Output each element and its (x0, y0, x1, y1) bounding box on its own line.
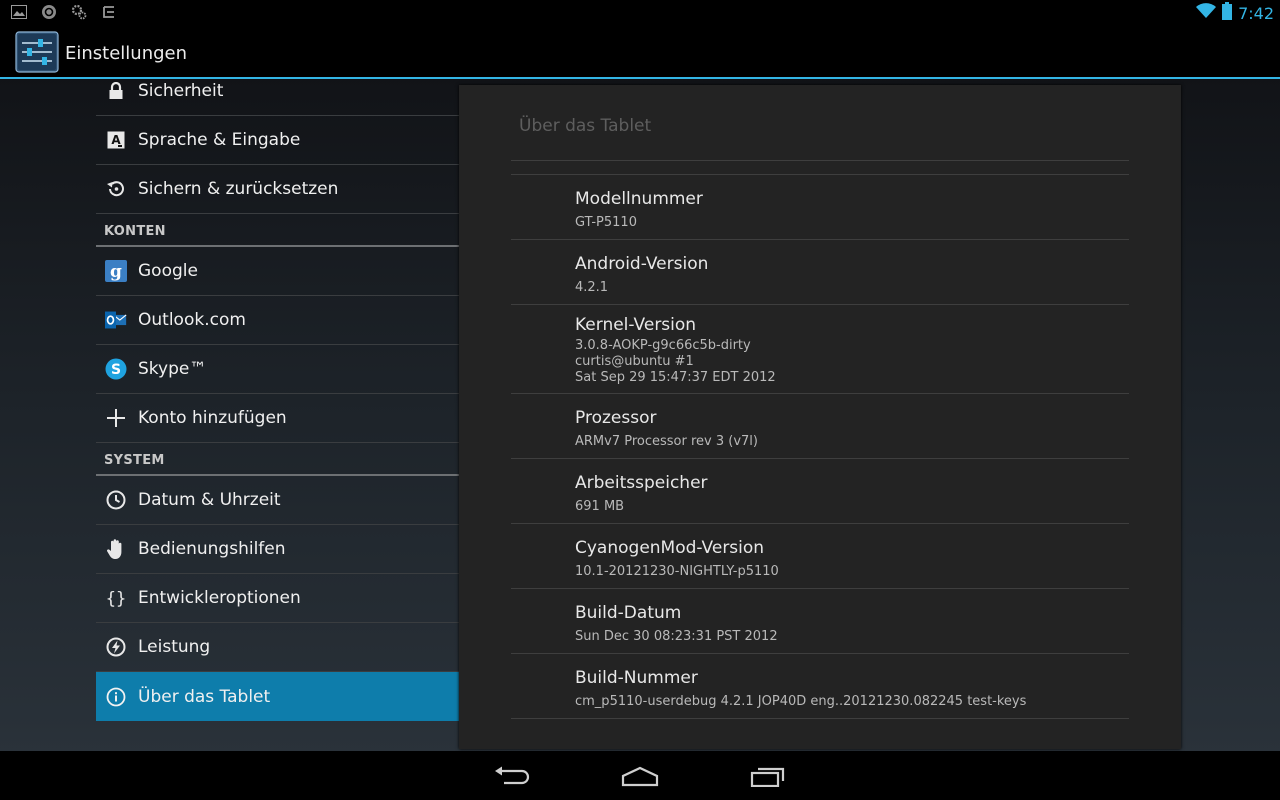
system-icons: 7:42 (1196, 2, 1274, 24)
google-icon: g (105, 260, 127, 282)
sidebar-item-label: Datum & Uhrzeit (138, 490, 281, 510)
accessibility-hand-icon (105, 538, 127, 560)
outlook-icon (105, 309, 127, 331)
svg-text:S: S (111, 362, 121, 378)
sidebar-item-label: Google (138, 261, 198, 281)
section-header-label: SYSTEM (104, 453, 165, 468)
info-item-build-datum[interactable]: Build-Datum Sun Dec 30 08:23:31 PST 2012 (511, 589, 1129, 654)
info-item-value: GT-P5110 (575, 215, 637, 230)
sync-icon (40, 3, 58, 21)
clock-icon (105, 489, 127, 511)
sidebar-item-label: Leistung (138, 637, 211, 657)
navigation-bar (0, 751, 1280, 800)
info-item-value: cm_p5110-userdebug 4.2.1 JOP40D eng..201… (575, 694, 1027, 709)
info-item-value: Sun Dec 30 08:23:31 PST 2012 (575, 629, 778, 644)
info-item-value: ARMv7 Processor rev 3 (v7l) (575, 434, 758, 449)
info-item-prozessor[interactable]: Prozessor ARMv7 Processor rev 3 (v7l) (511, 394, 1129, 459)
sidebar-item-ueber-das-tablet[interactable]: Über das Tablet (96, 672, 459, 721)
sidebar-item-label: Entwickleroptionen (138, 588, 301, 608)
sidebar-item-bedienungshilfen[interactable]: Bedienungshilfen (96, 525, 459, 574)
sidebar-item-label: Über das Tablet (138, 686, 271, 707)
info-item-title: Build-Nummer (575, 668, 698, 688)
detail-panel: Über das Tablet Modellnummer GT-P5110 An… (459, 85, 1181, 749)
info-item-android-version[interactable]: Android-Version 4.2.1 (511, 240, 1129, 305)
sidebar-item-entwickleroptionen[interactable]: {} Entwickleroptionen (96, 574, 459, 623)
recents-icon[interactable] (748, 763, 788, 789)
clock: 7:42 (1238, 3, 1274, 23)
sidebar-item-label: Sichern & zurücksetzen (138, 179, 339, 199)
sidebar-item-label: Sprache & Eingabe (138, 130, 301, 150)
keyboard-icon (100, 3, 118, 21)
info-item-value: 4.2.1 (575, 280, 609, 295)
info-item-value: 10.1-20121230-NIGHTLY-p5110 (575, 564, 779, 579)
svg-text:A: A (111, 133, 121, 147)
section-header-system: SYSTEM (96, 443, 459, 476)
sidebar-item-leistung[interactable]: Leistung (96, 623, 459, 672)
back-icon[interactable] (492, 763, 532, 789)
status-bar: 7:42 (0, 0, 1280, 24)
settings-sliders-icon[interactable] (14, 30, 60, 74)
sidebar-item-label: Sicherheit (138, 81, 224, 101)
title-divider (511, 160, 1129, 161)
info-item-title: Modellnummer (575, 189, 703, 209)
info-item-value: 3.0.8-AOKP-g9c66c5b-dirty curtis@ubuntu … (575, 338, 776, 385)
svg-text:g: g (110, 262, 122, 282)
info-item-cyanogenmod-version[interactable]: CyanogenMod-Version 10.1-20121230-NIGHTL… (511, 524, 1129, 589)
info-item-build-nummer[interactable]: Build-Nummer cm_p5110-userdebug 4.2.1 JO… (511, 654, 1129, 719)
sidebar-item-sicherheit[interactable]: Sicherheit (96, 67, 459, 116)
panel-title: Über das Tablet (519, 116, 652, 136)
sidebar-item-label: Skype™ (138, 359, 207, 379)
braces-icon: {} (105, 587, 127, 609)
info-item-value: 691 MB (575, 499, 625, 514)
settings-screen: 7:42 Einstellungen Sicherheit A Sprache … (0, 0, 1280, 800)
language-icon: A (105, 129, 127, 151)
settings-notify-icon (70, 3, 88, 21)
gallery-icon (10, 3, 28, 21)
info-item-modellnummer[interactable]: Modellnummer GT-P5110 (511, 175, 1129, 240)
svg-text:{}: {} (106, 589, 126, 608)
sidebar-item-konto-hinzufuegen[interactable]: Konto hinzufügen (96, 394, 459, 443)
info-item-title: Prozessor (575, 408, 657, 428)
add-icon (105, 407, 127, 429)
info-icon (105, 686, 127, 708)
app-title: Einstellungen (65, 43, 188, 64)
battery-icon (1222, 2, 1233, 24)
section-header-konten: KONTEN (96, 214, 459, 247)
sidebar-item-label: Outlook.com (138, 310, 246, 330)
sidebar-item-label: Konto hinzufügen (138, 408, 287, 428)
info-item-title: Build-Datum (575, 603, 682, 623)
sidebar-item-label: Bedienungshilfen (138, 539, 286, 559)
sidebar-item-outlook[interactable]: Outlook.com (96, 296, 459, 345)
performance-icon (105, 636, 127, 658)
wifi-icon (1196, 3, 1217, 23)
info-item-kernel-version[interactable]: Kernel-Version 3.0.8-AOKP-g9c66c5b-dirty… (511, 305, 1129, 394)
info-item-title: Android-Version (575, 254, 709, 274)
notification-icons (10, 3, 118, 21)
lock-icon (105, 80, 127, 102)
skype-icon: S (105, 358, 127, 380)
sidebar-item-sprache[interactable]: A Sprache & Eingabe (96, 116, 459, 165)
info-item-title: CyanogenMod-Version (575, 538, 765, 558)
settings-list: Sicherheit A Sprache & Eingabe Sichern &… (96, 79, 459, 751)
section-header-label: KONTEN (104, 224, 166, 239)
sidebar-item-sichern[interactable]: Sichern & zurücksetzen (96, 165, 459, 214)
info-item-title: Kernel-Version (575, 315, 697, 335)
info-item-arbeitsspeicher[interactable]: Arbeitsspeicher 691 MB (511, 459, 1129, 524)
sidebar-item-datum[interactable]: Datum & Uhrzeit (96, 476, 459, 525)
sidebar-item-skype[interactable]: S Skype™ (96, 345, 459, 394)
sidebar-item-google[interactable]: g Google (96, 247, 459, 296)
home-icon[interactable] (620, 763, 660, 789)
backup-icon (105, 178, 127, 200)
info-item-title: Arbeitsspeicher (575, 473, 708, 493)
